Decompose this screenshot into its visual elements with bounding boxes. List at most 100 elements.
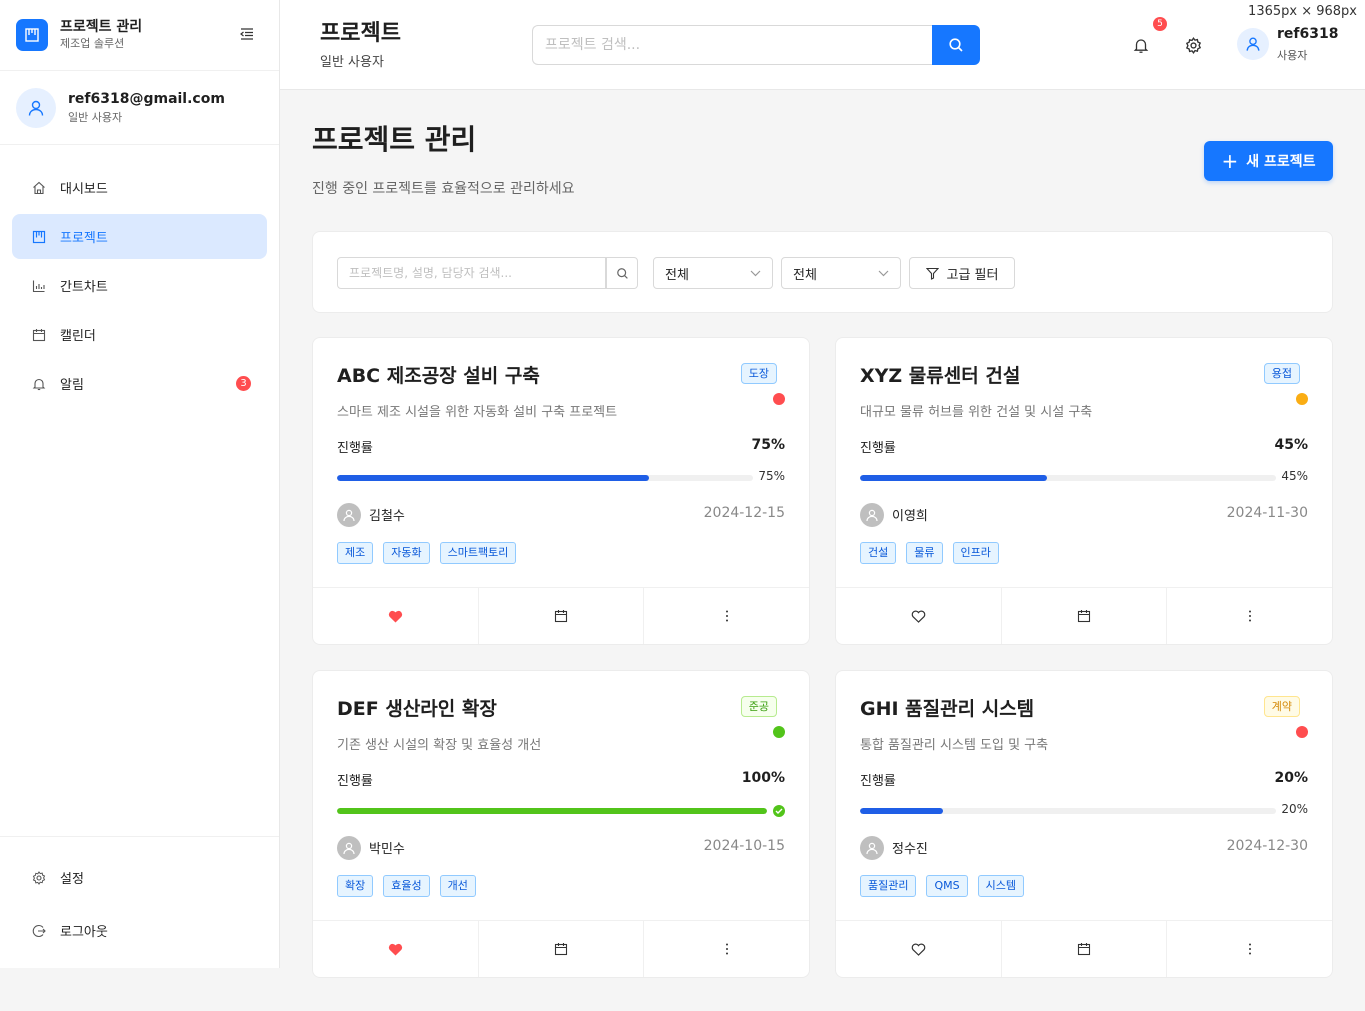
sidebar-item-projects[interactable]: 프로젝트 <box>12 214 267 259</box>
page-title: 프로젝트 관리 <box>312 123 477 156</box>
project-tags: 확장 효율성 개선 <box>337 875 476 897</box>
project-due-date: 2024-12-30 <box>1226 838 1308 854</box>
progress-bar-fill <box>860 475 1048 481</box>
favorite-button[interactable] <box>313 921 478 977</box>
schedule-button[interactable] <box>1000 588 1167 644</box>
priority-dot <box>773 726 785 738</box>
project-description: 기존 생산 시설의 확장 및 효율성 개선 <box>337 738 542 753</box>
project-title[interactable]: DEF 생산라인 확장 <box>337 696 497 722</box>
project-tag-chip: 물류 <box>906 542 943 564</box>
sidebar-item-logout[interactable]: 로그아웃 <box>12 908 267 953</box>
settings-button[interactable] <box>1183 35 1203 55</box>
progress-label: 진행률 <box>860 774 896 789</box>
more-options-button[interactable] <box>643 588 809 644</box>
sidebar-item-label: 대시보드 <box>60 182 108 197</box>
owner-avatar <box>337 836 361 860</box>
check-circle-icon <box>773 805 785 817</box>
header-user-role: 사용자 <box>1277 49 1308 62</box>
more-vertical-icon <box>1248 943 1251 955</box>
page-subtitle: 진행 중인 프로젝트를 효율적으로 관리하세요 <box>312 181 575 197</box>
brand-title: 프로젝트 관리 <box>60 19 143 35</box>
project-card[interactable]: DEF 생산라인 확장 준공 기존 생산 시설의 확장 및 효율성 개선 진행률… <box>312 670 810 978</box>
progress-label: 진행률 <box>337 441 373 456</box>
chevron-down-icon <box>750 270 761 276</box>
project-stage-tag: 도장 <box>740 363 777 384</box>
schedule-button[interactable] <box>477 921 644 977</box>
more-options-button[interactable] <box>643 921 809 977</box>
project-due-date: 2024-11-30 <box>1226 505 1308 521</box>
search-input[interactable] <box>532 25 932 65</box>
more-vertical-icon <box>725 610 728 622</box>
project-tag-chip: 건설 <box>860 542 897 564</box>
sidebar-item-dashboard[interactable]: 대시보드 <box>12 165 267 210</box>
sidebar-user[interactable]: ref6318@gmail.com 일반 사용자 <box>0 71 279 145</box>
progress-bar <box>337 475 753 481</box>
search-button[interactable] <box>932 25 980 65</box>
schedule-button[interactable] <box>477 588 644 644</box>
sidebar-item-gantt[interactable]: 간트차트 <box>12 263 267 308</box>
project-owner: 김철수 <box>369 509 405 524</box>
home-icon <box>32 181 46 195</box>
user-avatar[interactable] <box>1237 28 1269 60</box>
more-options-button[interactable] <box>1166 921 1332 977</box>
progress-value: 75% <box>751 437 785 453</box>
project-owner: 이영희 <box>892 509 928 524</box>
calendar-icon <box>1077 943 1091 956</box>
progress-bar-fill <box>860 808 944 814</box>
progress-percent-text: 45% <box>1281 469 1308 483</box>
sidebar-item-calendar[interactable]: 캘린더 <box>12 312 267 357</box>
favorite-button[interactable] <box>836 588 1001 644</box>
project-card[interactable]: ABC 제조공장 설비 구축 도장 스마트 제조 시설을 위한 자동화 설비 구… <box>312 337 810 645</box>
header-username[interactable]: ref6318 <box>1277 25 1338 43</box>
bell-icon <box>1133 38 1149 53</box>
notifications-button[interactable] <box>1131 35 1151 55</box>
favorite-button[interactable] <box>836 921 1001 977</box>
advanced-filter-button[interactable]: 고급 필터 <box>909 257 1015 289</box>
gear-icon <box>32 870 46 885</box>
filter-bar: 전체 전체 고급 필터 <box>312 231 1333 313</box>
progress-bar <box>860 808 1276 814</box>
search-icon <box>616 267 628 279</box>
project-card[interactable]: GHI 품질관리 시스템 계약 통합 품질관리 시스템 도입 및 구축 진행률 … <box>835 670 1333 978</box>
new-project-button[interactable]: + 새 프로젝트 <box>1204 141 1333 181</box>
header-search <box>532 25 980 65</box>
progress-value: 45% <box>1274 437 1308 453</box>
priority-dot <box>773 393 785 405</box>
owner-avatar <box>337 503 361 527</box>
project-title[interactable]: GHI 품질관리 시스템 <box>860 696 1034 722</box>
progress-label: 진행률 <box>860 441 896 456</box>
gear-icon <box>1185 36 1201 54</box>
project-tag-chip: 인프라 <box>952 542 999 564</box>
favorite-button[interactable] <box>313 588 478 644</box>
sidebar-item-settings[interactable]: 설정 <box>12 855 267 900</box>
heart-outline-icon <box>911 943 926 956</box>
progress-percent-text: 20% <box>1281 802 1308 816</box>
sidebar-nav: 대시보드 프로젝트 간트차트 캘린더 알림 3 <box>0 145 279 406</box>
brand-subtitle: 제조업 솔루션 <box>60 37 125 50</box>
status-filter-select[interactable]: 전체 <box>653 257 773 289</box>
project-card[interactable]: XYZ 물류센터 건설 용접 대규모 물류 허브를 위한 건설 및 시설 구축 … <box>835 337 1333 645</box>
bell-icon <box>32 377 46 391</box>
sidebar-item-label: 간트차트 <box>60 280 108 295</box>
project-stage-tag: 용접 <box>1263 363 1300 384</box>
owner-avatar <box>860 836 884 860</box>
sidebar-item-label: 설정 <box>60 872 84 887</box>
heart-filled-icon <box>388 610 402 622</box>
progress-bar <box>860 475 1276 481</box>
sidebar-item-notifications[interactable]: 알림 3 <box>12 361 267 406</box>
progress-percent-text: 75% <box>758 469 785 483</box>
owner-avatar <box>860 503 884 527</box>
sidebar-item-label: 캘린더 <box>60 329 96 344</box>
project-search-button[interactable] <box>606 257 638 289</box>
menu-collapse-icon[interactable] <box>239 26 255 42</box>
project-title[interactable]: ABC 제조공장 설비 구축 <box>337 363 540 389</box>
type-filter-select[interactable]: 전체 <box>781 257 901 289</box>
schedule-button[interactable] <box>1000 921 1167 977</box>
project-stage-tag: 계약 <box>1263 696 1300 717</box>
sidebar-item-label: 프로젝트 <box>60 231 108 246</box>
project-search-input[interactable] <box>337 257 606 289</box>
project-tag-chip: 효율성 <box>383 875 430 897</box>
project-title[interactable]: XYZ 물류센터 건설 <box>860 363 1020 389</box>
more-options-button[interactable] <box>1166 588 1332 644</box>
notification-badge: 3 <box>236 376 251 391</box>
